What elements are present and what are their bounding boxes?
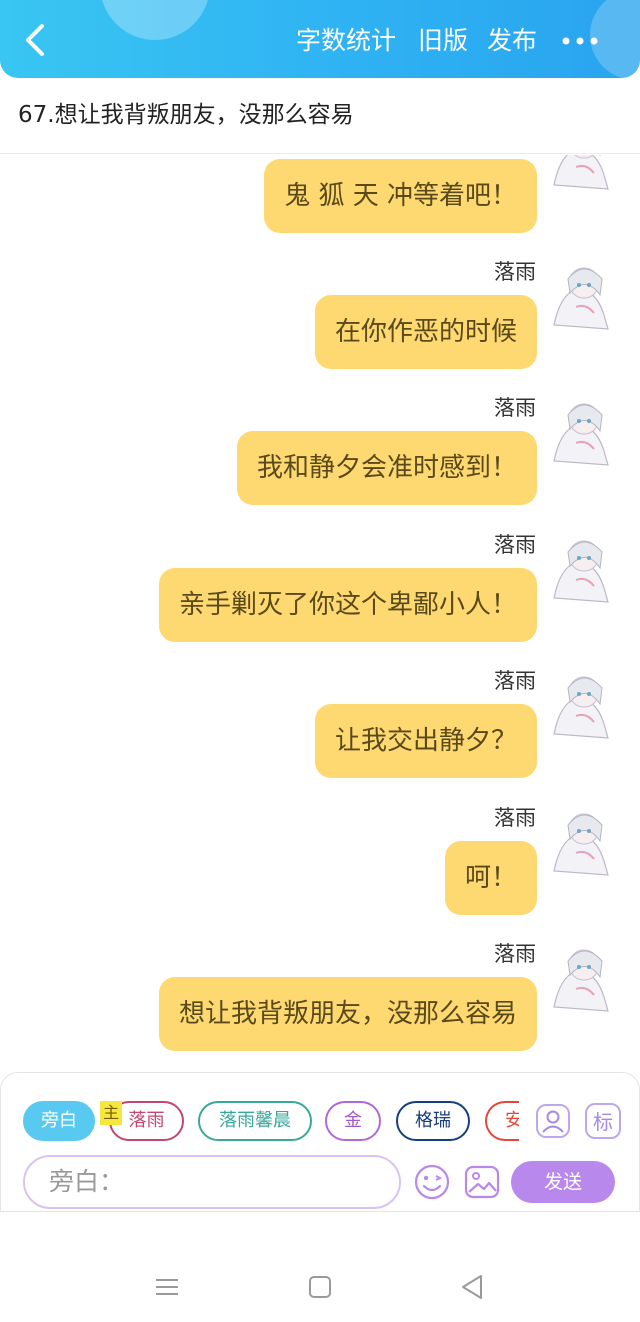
message-bubble[interactable]: 想让我背叛朋友，没那么容易 (158, 977, 537, 1051)
role-avatar-icon[interactable] (535, 1103, 571, 1139)
menu-icon[interactable] (150, 1270, 184, 1304)
message-bubble[interactable]: 让我交出静夕？ (314, 704, 537, 778)
speaker-name: 落雨 (494, 533, 536, 557)
speaker-name: 落雨 (494, 396, 536, 420)
role-chip-an[interactable]: 安 (485, 1101, 519, 1141)
composer-panel: 旁白 落雨 主 落雨馨晨 金 格瑞 安 标 旁白： 发送 (0, 1072, 640, 1212)
avatar (553, 949, 609, 1012)
message-bubble[interactable]: 呵！ (444, 841, 537, 915)
send-button[interactable]: 发送 (511, 1161, 615, 1203)
avatar (553, 676, 609, 739)
avatar (553, 540, 609, 603)
message-bubble[interactable]: 在你作恶的时候 (314, 295, 537, 369)
emoji-icon[interactable] (413, 1163, 451, 1201)
publish-button[interactable]: 发布 (487, 24, 537, 58)
avatar (553, 813, 609, 876)
chat-area[interactable]: 鬼 狐 天 冲等着吧！ 落雨 在你作恶的时候 落雨 我和静夕会准时感到！ 落雨 … (0, 155, 640, 1075)
role-chip-luoyuxinchen[interactable]: 落雨馨晨 (198, 1101, 312, 1141)
word-count-button[interactable]: 字数统计 (296, 24, 396, 58)
old-version-button[interactable]: 旧版 (418, 24, 468, 58)
speaker-name: 落雨 (494, 669, 536, 693)
chapter-title[interactable]: 67.想让我背叛朋友，没那么容易 (18, 98, 354, 132)
chapter-title-row: 67.想让我背叛朋友，没那么容易 (0, 78, 640, 154)
main-role-tag: 主 (100, 1101, 122, 1125)
system-navbar (0, 1212, 640, 1322)
avatar (553, 267, 609, 330)
back-icon[interactable] (455, 1270, 489, 1304)
mark-button[interactable]: 标 (585, 1103, 621, 1139)
chevron-left-icon[interactable] (18, 22, 52, 58)
message-bubble[interactable]: 我和静夕会准时感到！ (236, 431, 537, 505)
role-chip-gerui[interactable]: 格瑞 (396, 1101, 470, 1141)
speaker-name: 落雨 (494, 942, 536, 966)
avatar (553, 155, 609, 190)
more-dots-icon[interactable] (560, 30, 600, 52)
mark-label: 标 (585, 1103, 621, 1139)
role-chip-jin[interactable]: 金 (325, 1101, 381, 1141)
message-bubble[interactable]: 鬼 狐 天 冲等着吧！ (264, 159, 537, 233)
header-decoration (100, 0, 210, 40)
avatar (553, 403, 609, 466)
top-bar: 字数统计 旧版 发布 (0, 0, 640, 78)
message-bubble[interactable]: 亲手剿灭了你这个卑鄙小人！ (158, 568, 537, 642)
home-icon[interactable] (303, 1270, 337, 1304)
message-input[interactable]: 旁白： (23, 1155, 401, 1209)
image-icon[interactable] (463, 1163, 501, 1201)
speaker-name: 落雨 (494, 260, 536, 284)
speaker-name: 落雨 (494, 806, 536, 830)
role-chip-narration[interactable]: 旁白 (23, 1101, 95, 1141)
